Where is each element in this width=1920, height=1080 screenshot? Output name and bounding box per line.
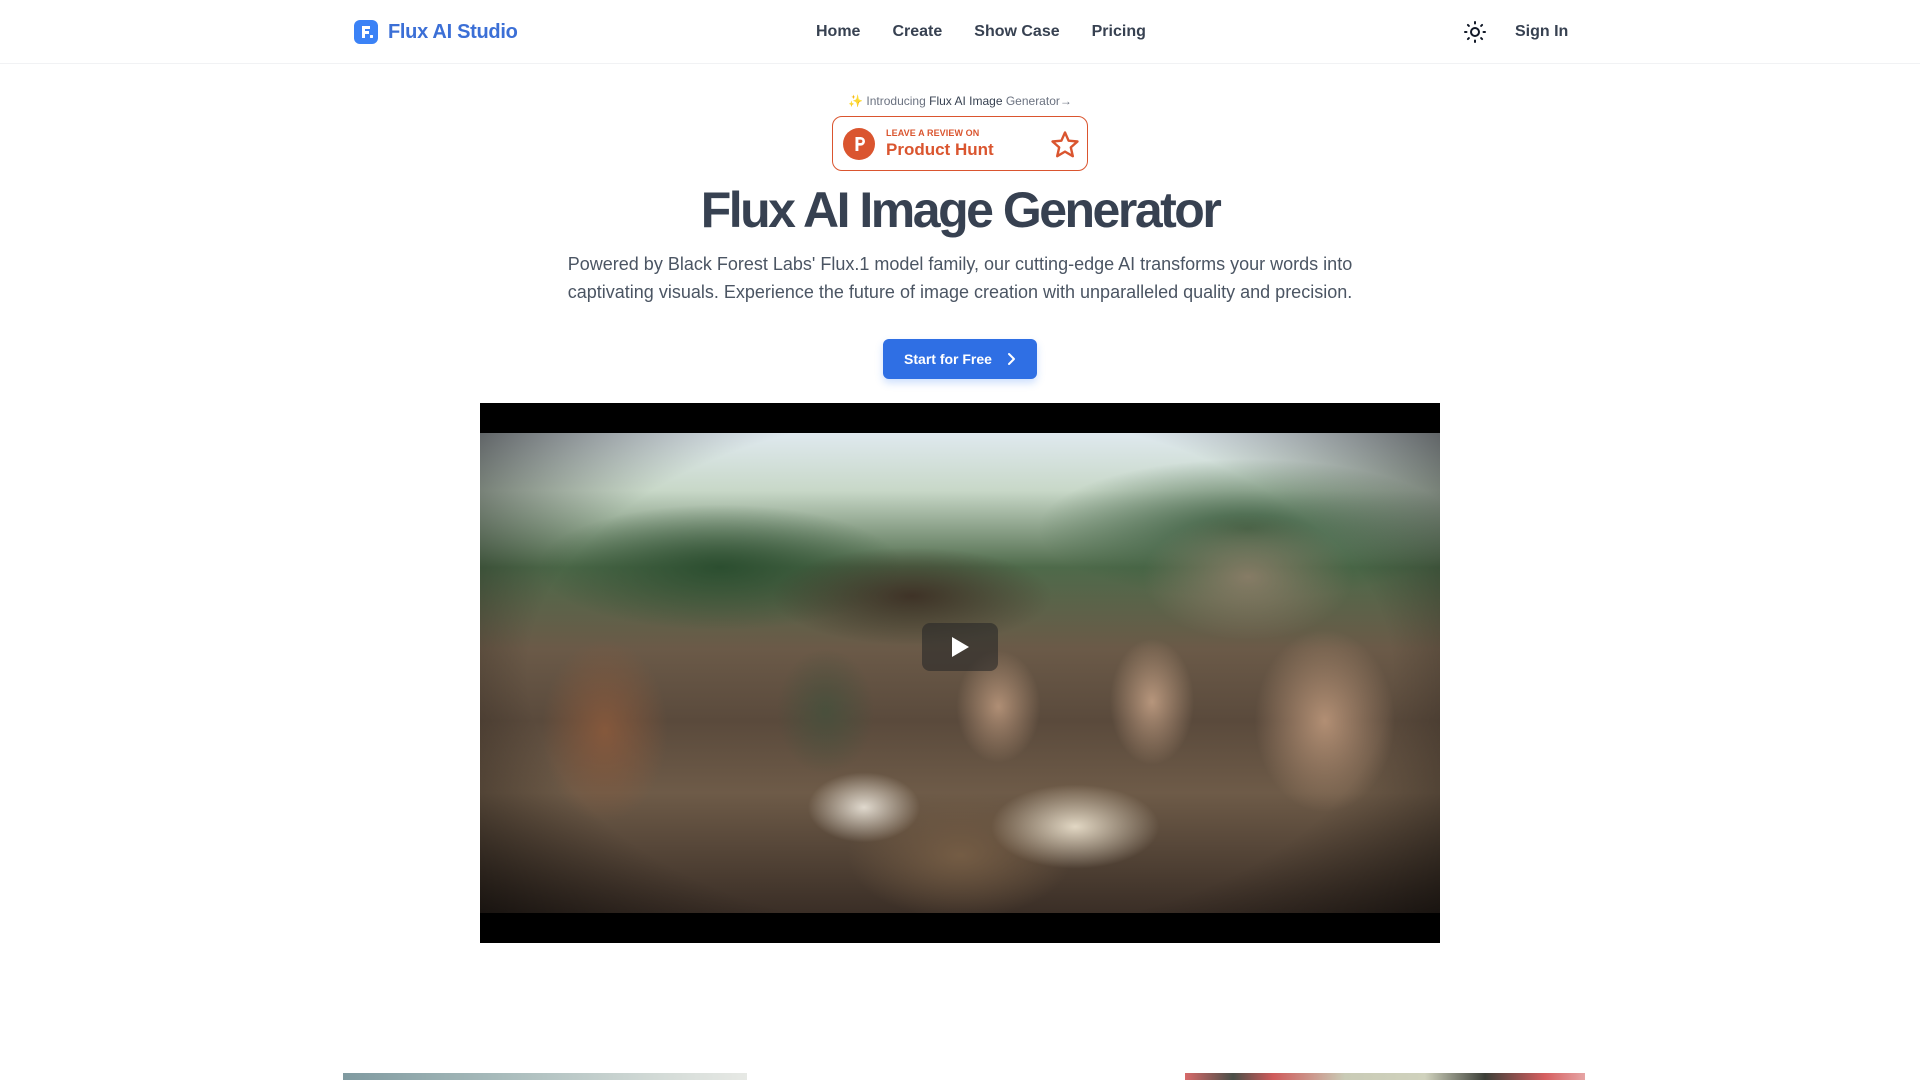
star-icon [1051, 131, 1079, 158]
nav-pricing[interactable]: Pricing [1092, 21, 1146, 43]
hero-subtitle: Powered by Black Forest Labs' Flux.1 mod… [540, 250, 1380, 306]
gallery-image-left[interactable] [343, 1073, 747, 1080]
start-for-free-label: Start for Free [904, 351, 992, 367]
demo-video-player[interactable] [480, 403, 1440, 943]
arrow-right-icon: → [1059, 94, 1072, 108]
play-button[interactable] [922, 623, 998, 671]
intro-suffix: Generator [1002, 94, 1060, 108]
product-hunt-label: Product Hunt [886, 140, 994, 159]
nav-home[interactable]: Home [816, 21, 860, 43]
main-nav: Home Create Show Case Pricing [816, 21, 1146, 43]
hero-subtitle-line-1: Powered by Black Forest Labs' Flux.1 mod… [567, 254, 1353, 274]
product-hunt-badge[interactable]: LEAVE A REVIEW ON Product Hunt [832, 116, 1088, 171]
product-hunt-logo-icon [843, 128, 875, 160]
flux-logo-icon [354, 20, 378, 44]
intro-strong: Flux AI Image [929, 94, 1003, 108]
intro-prefix: Introducing [866, 94, 930, 108]
brand-name: Flux AI Studio [388, 20, 518, 43]
hero-subtitle-line-2: captivating visuals. Experience the futu… [567, 282, 1353, 302]
site-header: Flux AI Studio Home Create Show Case Pri… [0, 0, 1920, 64]
video-thumbnail [480, 433, 1440, 913]
intro-announcement[interactable]: ✨ Introducing Flux AI Image Generator→ [0, 93, 1920, 109]
nav-show-case[interactable]: Show Case [974, 21, 1059, 43]
gallery-image-right[interactable] [1185, 1073, 1585, 1080]
sun-icon [1464, 21, 1486, 43]
video-vignette [480, 433, 1440, 913]
start-for-free-button[interactable]: Start for Free [883, 339, 1037, 379]
theme-toggle-button[interactable] [1463, 20, 1487, 44]
brand-logo-link[interactable]: Flux AI Studio [354, 20, 518, 44]
nav-create[interactable]: Create [892, 21, 942, 43]
sign-in-link[interactable]: Sign In [1515, 21, 1568, 43]
product-hunt-small-label: LEAVE A REVIEW ON [886, 128, 980, 138]
chevron-right-icon [1007, 353, 1015, 365]
page-title: Flux AI Image Generator [700, 182, 1222, 238]
sparkles-icon: ✨ [848, 94, 864, 108]
play-icon [952, 637, 969, 657]
